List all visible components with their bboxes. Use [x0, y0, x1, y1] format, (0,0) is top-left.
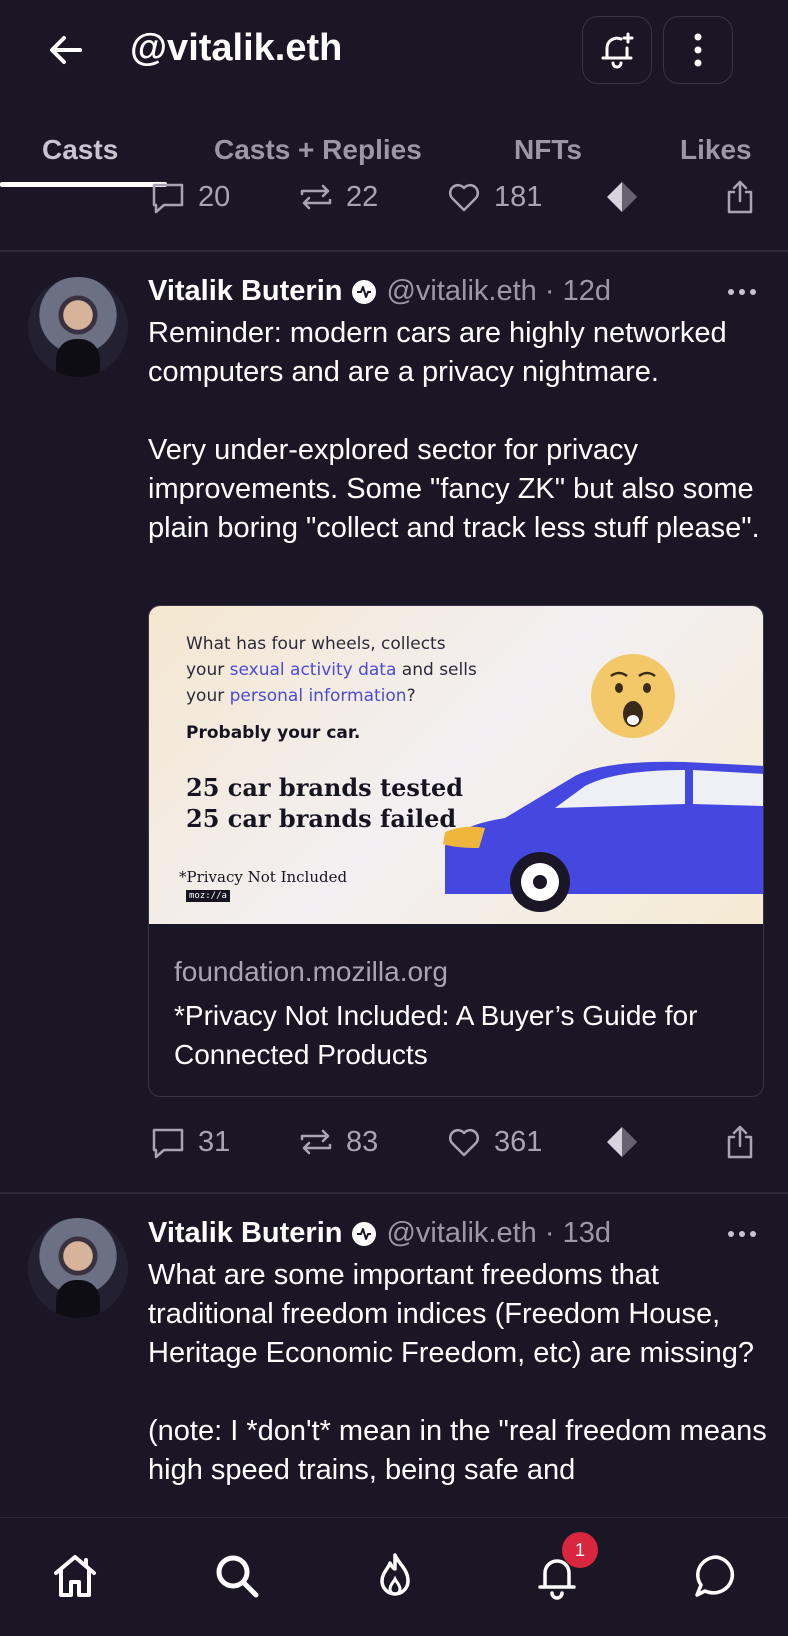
ad-line-1: What has four wheels, collects — [186, 634, 446, 654]
blue-car-icon — [443, 761, 763, 912]
post-menu-button[interactable] — [728, 289, 756, 295]
link-preview-image: What has four wheels, collects your sexu… — [149, 606, 763, 924]
chat-icon — [695, 1555, 735, 1597]
page-title: @vitalik.eth — [130, 27, 343, 69]
dot-icon — [739, 289, 745, 295]
arrow-left-icon — [50, 36, 82, 64]
author-handle: @vitalik.eth — [386, 275, 537, 307]
prev-post-actions: 20 22 181 — [0, 179, 788, 229]
notify-button[interactable] — [582, 16, 652, 84]
diamond-icon — [607, 1127, 637, 1157]
notification-count-badge: 1 — [562, 1532, 598, 1568]
shocked-emoji-icon — [591, 654, 675, 738]
flame-icon — [380, 1553, 410, 1596]
recast-count: 22 — [346, 180, 379, 213]
separator: · — [536, 275, 563, 307]
post-menu-button[interactable] — [728, 1231, 756, 1237]
nav-home[interactable] — [45, 1546, 105, 1606]
power-badge-icon — [352, 279, 377, 304]
separator: · — [536, 1217, 563, 1249]
ad-line-2: your sexual activity data and sells — [186, 660, 477, 680]
recast-button[interactable]: 22 — [298, 179, 378, 215]
diamond-icon — [607, 182, 637, 212]
recast-button[interactable]: 83 — [298, 1124, 378, 1160]
tab-casts[interactable]: Casts — [42, 134, 118, 166]
dot-icon — [750, 1231, 756, 1237]
tab-nfts[interactable]: NFTs — [514, 134, 582, 166]
heart-icon — [448, 1128, 480, 1157]
tab-casts-replies[interactable]: Casts + Replies — [214, 134, 422, 166]
mozilla-logo: moz://a — [186, 890, 230, 902]
dot-icon — [739, 1231, 745, 1237]
link-preview-card[interactable]: What has four wheels, collects your sexu… — [148, 605, 764, 1097]
reply-button[interactable]: 31 — [150, 1124, 230, 1160]
bottom-navigation: 1 — [0, 1517, 788, 1636]
reply-count: 31 — [198, 1125, 231, 1158]
back-button[interactable] — [40, 24, 92, 76]
tab-likes[interactable]: Likes — [680, 134, 752, 166]
dot-icon — [728, 289, 734, 295]
collect-button[interactable] — [604, 1124, 640, 1160]
comment-icon — [152, 1128, 184, 1159]
heart-icon — [448, 183, 480, 212]
bell-plus-icon — [601, 32, 634, 69]
post-text: Reminder: modern cars are highly network… — [148, 317, 760, 544]
search-icon — [216, 1555, 259, 1598]
ad-headline-1: 25 car brands tested — [186, 773, 463, 802]
like-count: 361 — [494, 1125, 543, 1158]
post-age: 13d — [562, 1217, 611, 1249]
ad-privacy-note: *Privacy Not Included — [179, 868, 348, 886]
post-age: 12d — [562, 275, 611, 307]
top-bar: @vitalik.eth — [0, 0, 788, 105]
recast-icon — [300, 1129, 332, 1155]
avatar[interactable] — [28, 277, 128, 377]
nav-search[interactable] — [207, 1546, 267, 1606]
post-divider — [0, 250, 788, 252]
nav-messages[interactable] — [686, 1546, 746, 1606]
post-divider — [0, 1192, 788, 1194]
comment-icon — [152, 183, 184, 214]
share-button[interactable] — [722, 179, 758, 215]
reply-count: 20 — [198, 180, 231, 213]
recast-icon — [300, 184, 332, 210]
share-button[interactable] — [722, 1124, 758, 1160]
avatar[interactable] — [28, 1218, 128, 1318]
like-button[interactable]: 361 — [446, 1124, 542, 1160]
nav-trending[interactable] — [365, 1546, 425, 1606]
post-actions: 31 83 361 — [0, 1124, 788, 1174]
home-icon — [54, 1555, 96, 1597]
vertical-dots-icon — [694, 33, 702, 67]
link-domain: foundation.mozilla.org — [174, 956, 448, 987]
dot-icon — [750, 289, 756, 295]
collect-button[interactable] — [604, 179, 640, 215]
reply-button[interactable]: 20 — [150, 179, 230, 215]
ad-tagline: Probably your car. — [186, 723, 361, 743]
ad-line-3: your personal information? — [186, 686, 416, 706]
author-name[interactable]: Vitalik Buterin — [148, 275, 342, 308]
like-button[interactable]: 181 — [446, 179, 542, 215]
share-icon — [727, 180, 753, 214]
post-header: Vitalik Buterin @vitalik.eth · 12d — [148, 275, 611, 308]
ad-headline-2: 25 car brands failed — [186, 804, 457, 833]
post-header: Vitalik Buterin @vitalik.eth · 13d — [148, 1217, 611, 1250]
more-options-button[interactable] — [663, 16, 733, 84]
power-badge-icon — [352, 1221, 377, 1246]
share-icon — [727, 1125, 753, 1159]
like-count: 181 — [494, 180, 543, 213]
author-handle: @vitalik.eth — [386, 1217, 537, 1249]
link-title: *Privacy Not Included: A Buyer’s Guide f… — [174, 1000, 698, 1070]
dot-icon — [728, 1231, 734, 1237]
author-name[interactable]: Vitalik Buterin — [148, 1217, 342, 1250]
recast-count: 83 — [346, 1125, 379, 1158]
post-text: What are some important freedoms that tr… — [148, 1259, 767, 1486]
